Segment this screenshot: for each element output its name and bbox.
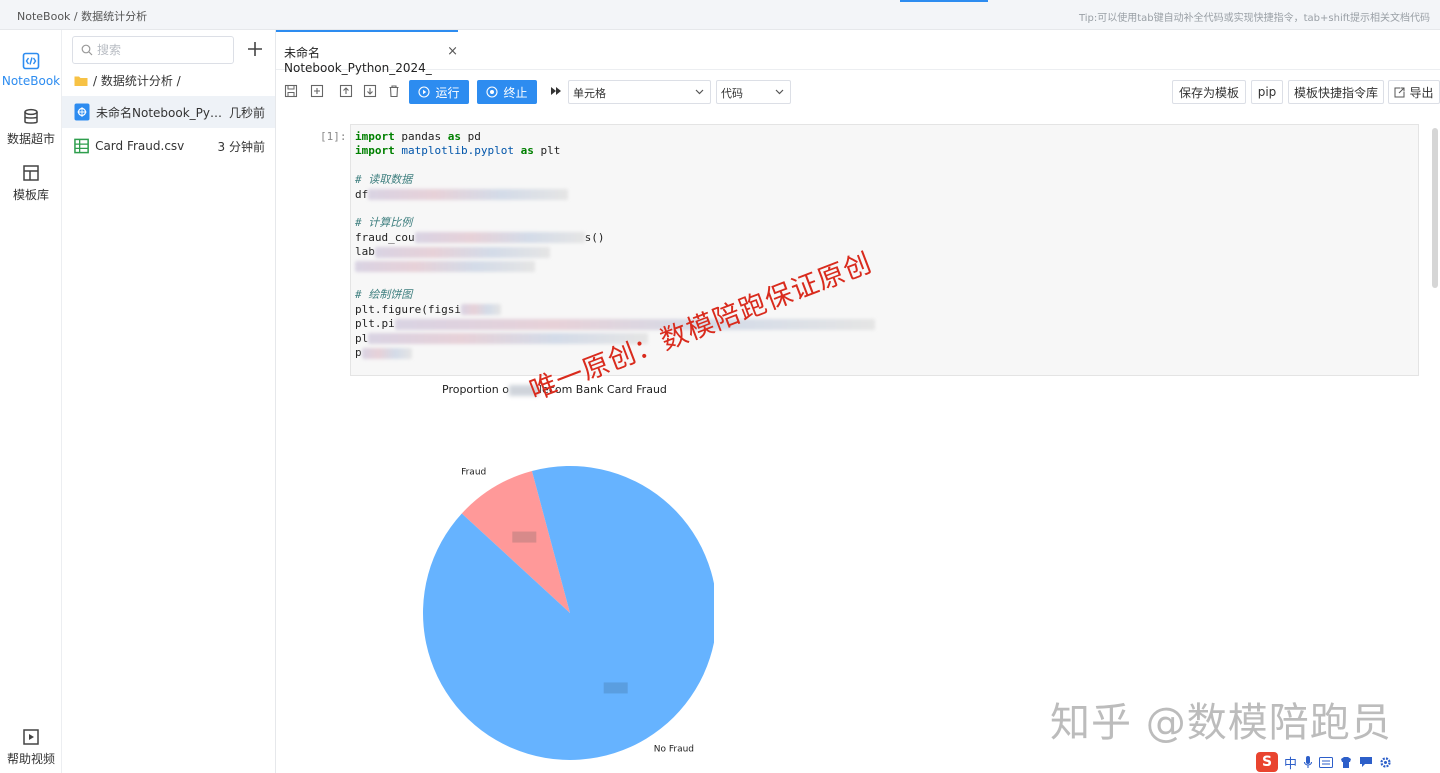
search-box[interactable]	[72, 36, 234, 64]
play-video-icon	[23, 729, 39, 745]
nav-label-notebook: NoteBook	[1, 74, 61, 88]
delete-icon[interactable]	[387, 84, 401, 98]
file-item-notebook[interactable]: 未命名Notebook_Python... 几秒前	[62, 96, 275, 128]
file-time: 几秒前	[228, 105, 265, 120]
chart-title-prefix: Proportion o	[442, 383, 509, 396]
pip-label: pip	[1257, 85, 1277, 99]
nav-label-template-lib: 模板库	[12, 188, 49, 202]
export-button[interactable]: 导出	[1388, 80, 1440, 104]
chevron-down-icon	[695, 89, 704, 95]
chart-output: Proportion o lecom Bank Card Fraud Fraud N…	[374, 376, 717, 770]
stop-button[interactable]: 终止	[477, 80, 537, 104]
search-input[interactable]	[97, 41, 227, 59]
mode-value: 代码	[721, 87, 743, 100]
pip-button[interactable]: pip	[1251, 80, 1283, 104]
chat-icon[interactable]	[1359, 756, 1373, 768]
folder-icon	[74, 76, 88, 86]
top-bar: NoteBook / 数据统计分析 Tip:可以使用tab键自动补全代码或实现快…	[0, 0, 1440, 30]
save-as-template-button[interactable]: 保存为模板	[1172, 80, 1246, 104]
run-label: 运行	[435, 85, 460, 100]
nav-item-notebook[interactable]: NoteBook	[0, 52, 62, 88]
tab-notebook[interactable]: 未命名Notebook_Python_2024_ ×	[276, 30, 458, 75]
file-time: 3 分钟前	[217, 139, 265, 154]
search-icon	[81, 44, 93, 56]
file-name: 未命名Notebook_Python...	[96, 105, 226, 120]
chevron-down-icon	[775, 89, 784, 95]
save-template-label: 保存为模板	[1178, 85, 1239, 100]
main-area: 未命名Notebook_Python_2024_ × 运行 终止 单元格 代码 …	[276, 30, 1440, 773]
pie-label-no-fraud: No Fraud	[654, 744, 694, 754]
template-icon	[23, 165, 39, 181]
cell-prompt: [1]:	[320, 130, 347, 143]
stop-label: 终止	[503, 85, 528, 100]
mode-select[interactable]: 代码	[716, 80, 791, 104]
nav-item-template-lib[interactable]: 模板库	[0, 164, 62, 203]
nav-label-data-market: 数据超市	[6, 132, 55, 146]
zhihu-watermark: 知乎 @数模陪跑员	[1050, 700, 1392, 746]
tab-label: 未命名Notebook_Python_2024_	[284, 46, 432, 75]
close-tab-icon[interactable]: ×	[447, 44, 458, 70]
breadcrumb: NoteBook / 数据统计分析	[17, 10, 148, 23]
shortcut-tip: Tip:可以使用tab键自动补全代码或实现快捷指令，tab+shift提示相关文…	[1078, 13, 1430, 24]
csv-file-icon	[74, 138, 89, 154]
cell-type-select[interactable]: 单元格	[568, 80, 711, 104]
code-cell[interactable]: import pandas as pd import matplotlib.py…	[350, 124, 1419, 376]
database-icon	[24, 108, 38, 124]
ime-logo[interactable]: S	[1256, 752, 1278, 772]
code-comment-plot: # 绘制饼图	[355, 288, 413, 302]
nav-item-help-video[interactable]: 帮助视频	[0, 728, 62, 767]
add-cell-icon[interactable]	[310, 84, 324, 98]
left-nav: NoteBook 数据超市 模板库 帮助视频	[0, 30, 62, 773]
pie-label-fraud: Fraud	[461, 468, 486, 478]
run-button[interactable]: 运行	[409, 80, 469, 104]
folder-path[interactable]: / 数据统计分析 /	[74, 72, 181, 89]
scrollbar-thumb[interactable]	[1432, 128, 1438, 288]
notebook-file-icon	[74, 103, 90, 121]
nav-item-data-market[interactable]: 数据超市	[0, 108, 62, 147]
editor-tab-bar: 未命名Notebook_Python_2024_ ×	[276, 30, 1440, 75]
file-name: Card Fraud.csv	[95, 139, 185, 153]
template-shortcuts-label: 模板快捷指令库	[1293, 85, 1378, 100]
ime-language[interactable]: 中	[1284, 753, 1297, 772]
nav-label-help-video: 帮助视频	[6, 752, 55, 766]
notebook-toolbar: 运行 终止 单元格 代码 保存为模板 pip 模板快捷指令库 导出	[276, 78, 1440, 106]
save-icon[interactable]	[284, 84, 298, 98]
keyboard-icon[interactable]	[1319, 756, 1334, 768]
file-panel: / 数据统计分析 / 未命名Notebook_Python... 几秒前 Car…	[62, 30, 276, 773]
template-shortcuts-button[interactable]: 模板快捷指令库	[1288, 80, 1384, 104]
microphone-icon[interactable]	[1303, 755, 1313, 769]
settings-gear-icon[interactable]	[1379, 756, 1392, 769]
skin-icon[interactable]	[1339, 756, 1353, 769]
play-circle-icon	[418, 86, 431, 98]
stop-circle-icon	[486, 86, 499, 98]
pie-pct-redaction	[512, 531, 537, 543]
export-icon	[1394, 87, 1405, 97]
code-comment-ratio: # 计算比例	[355, 216, 413, 230]
folder-path-label: / 数据统计分析 /	[93, 74, 181, 88]
fast-forward-icon[interactable]	[549, 84, 563, 98]
pie-pct-redaction	[603, 682, 628, 694]
code-icon	[22, 52, 40, 70]
add-file-icon[interactable]	[244, 38, 266, 60]
export-label: 导出	[1409, 85, 1434, 100]
active-tab-indicator	[900, 0, 988, 2]
cell-type-value: 单元格	[573, 87, 606, 100]
pie-chart: Fraud No Fraud	[423, 465, 717, 760]
move-up-icon[interactable]	[339, 84, 353, 98]
code-editor[interactable]: import pandas as pd import matplotlib.py…	[355, 130, 875, 361]
file-item-csv[interactable]: Card Fraud.csv 3 分钟前	[62, 130, 275, 162]
code-comment-read: # 读取数据	[355, 173, 413, 187]
move-down-icon[interactable]	[363, 84, 377, 98]
system-tray: S 中	[1256, 751, 1440, 773]
